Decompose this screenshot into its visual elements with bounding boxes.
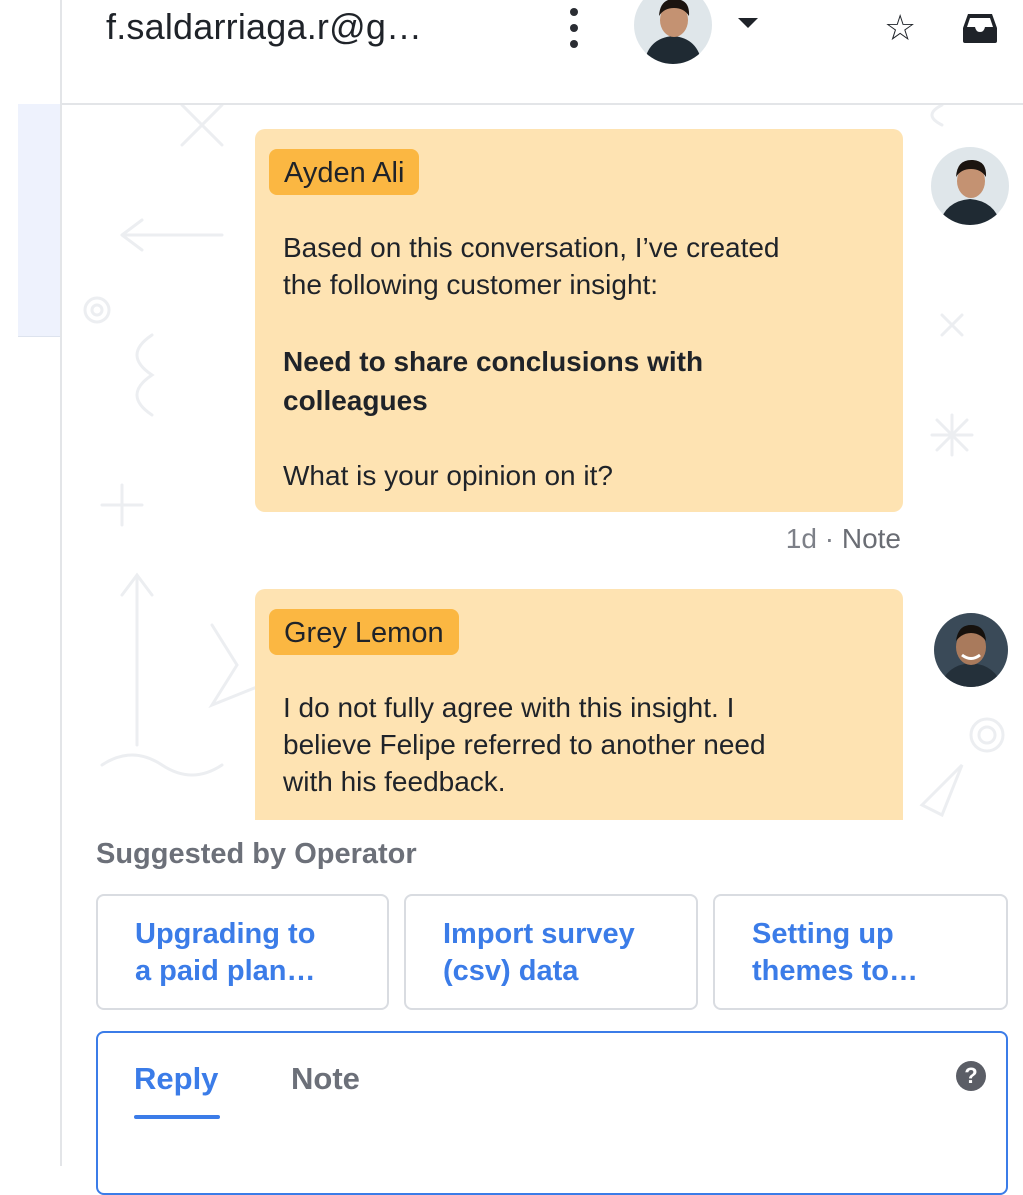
tab-note[interactable]: Note <box>291 1061 360 1097</box>
message-text: What is your opinion on it? <box>283 460 613 491</box>
message-type: Note <box>841 523 901 554</box>
suggestion-chip[interactable]: Import survey (csv) data <box>404 894 698 1010</box>
insight-title: Need to share conclusions with <box>283 346 704 377</box>
insight-title: colleagues <box>283 385 428 416</box>
suggestions-title: Suggested by Operator <box>96 838 417 870</box>
message-text: with his feedback. <box>283 766 506 797</box>
reply-composer[interactable]: Reply Note ? <box>96 1031 1008 1195</box>
conversation-panel: f.saldarriaga.r@g… ☆ Ayden Ali Based on … <box>62 0 1023 1195</box>
caret-down-icon[interactable] <box>738 18 758 28</box>
star-icon[interactable]: ☆ <box>884 10 916 46</box>
message-text: Based on this conversation, I’ve created <box>283 232 780 263</box>
suggestion-label: Import survey (csv) data <box>443 918 635 987</box>
message-text: believe Felipe referred to another need <box>283 729 766 760</box>
inbox-tray-icon[interactable] <box>962 12 998 44</box>
message-text: the following customer insight: <box>283 269 659 300</box>
active-tab-indicator <box>134 1115 220 1119</box>
note-message: Ayden Ali Based on this conversation, I’… <box>255 129 903 512</box>
suggestion-chip[interactable]: Setting up themes to… <box>713 894 1008 1010</box>
message-author-tag: Grey Lemon <box>269 609 459 655</box>
kebab-menu-icon[interactable] <box>567 8 581 48</box>
suggestion-chip[interactable]: Upgrading to a paid plan… <box>96 894 389 1010</box>
left-panel <box>0 0 18 1166</box>
message-meta: 1d · Note <box>786 523 901 555</box>
note-message: Grey Lemon I do not fully agree with thi… <box>255 589 903 820</box>
assignee-avatar[interactable] <box>634 0 712 64</box>
author-avatar[interactable] <box>931 147 1009 225</box>
author-avatar[interactable] <box>934 613 1008 687</box>
help-icon[interactable]: ? <box>956 1061 986 1091</box>
contact-name[interactable]: f.saldarriaga.r@g… <box>106 6 422 48</box>
meta-separator: · <box>824 523 835 554</box>
tab-reply[interactable]: Reply <box>134 1061 218 1097</box>
suggestion-label: Setting up themes to… <box>752 918 918 987</box>
message-text: I do not fully agree with this insight. … <box>283 692 735 723</box>
suggestion-label: Upgrading to a paid plan… <box>135 918 316 987</box>
conversation-header: f.saldarriaga.r@g… ☆ <box>62 0 1023 105</box>
message-author-tag: Ayden Ali <box>269 149 420 195</box>
selected-conversation-indicator[interactable] <box>18 104 62 337</box>
message-thread[interactable]: Ayden Ali Based on this conversation, I’… <box>62 105 1023 820</box>
message-time: 1d <box>785 523 817 554</box>
